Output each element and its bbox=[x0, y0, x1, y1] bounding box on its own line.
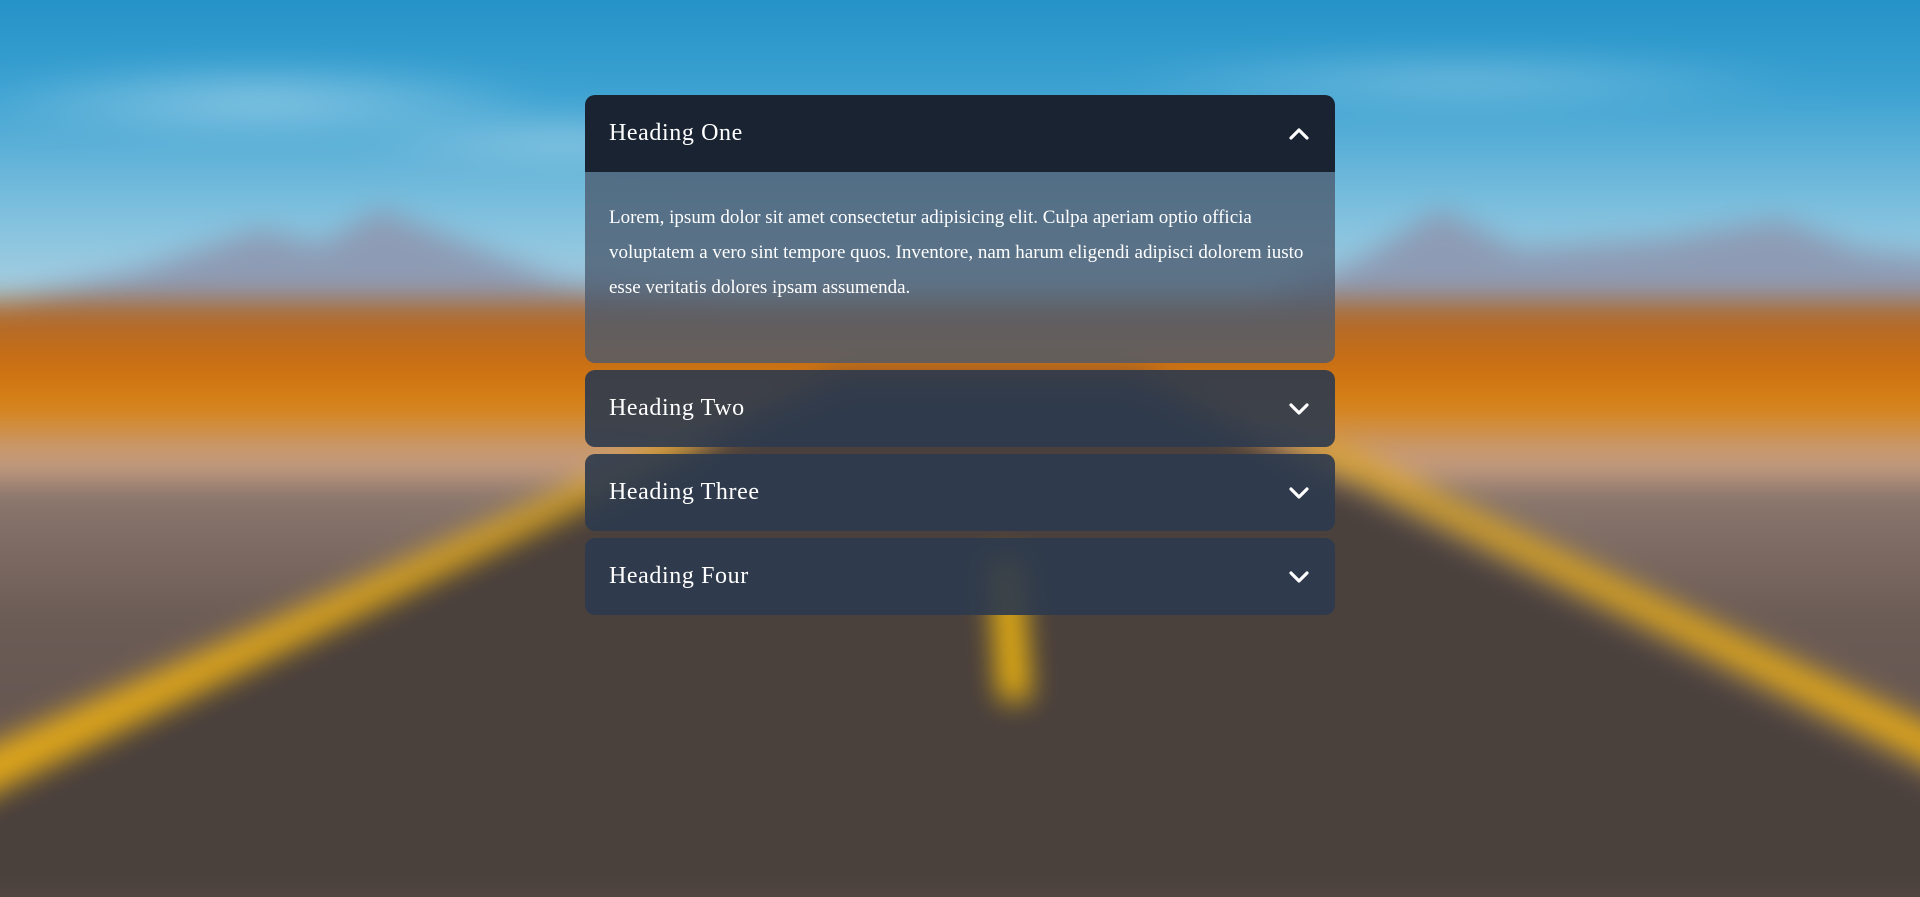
chevron-up-icon[interactable] bbox=[1287, 122, 1311, 146]
panel-one-text: Lorem, ipsum dolor sit amet consectetur … bbox=[609, 207, 1304, 298]
accordion: Heading One Lorem, ipsum dolor sit amet … bbox=[585, 95, 1335, 622]
accordion-panel-one: Lorem, ipsum dolor sit amet consectetur … bbox=[585, 172, 1335, 363]
accordion-header-three[interactable]: Heading Three bbox=[585, 454, 1335, 531]
accordion-item-one: Heading One Lorem, ipsum dolor sit amet … bbox=[585, 95, 1335, 363]
accordion-header-four[interactable]: Heading Four bbox=[585, 538, 1335, 615]
chevron-down-icon[interactable] bbox=[1287, 565, 1311, 589]
accordion-header-two[interactable]: Heading Two bbox=[585, 370, 1335, 447]
page: Heading One Lorem, ipsum dolor sit amet … bbox=[0, 0, 1920, 897]
accordion-item-three: Heading Three bbox=[585, 454, 1335, 531]
heading-three-title: Heading Three bbox=[609, 479, 760, 505]
heading-one-title: Heading One bbox=[609, 120, 743, 146]
chevron-down-icon[interactable] bbox=[1287, 397, 1311, 421]
accordion-header-one[interactable]: Heading One bbox=[585, 95, 1335, 172]
accordion-item-four: Heading Four bbox=[585, 538, 1335, 615]
chevron-down-icon[interactable] bbox=[1287, 481, 1311, 505]
accordion-item-two: Heading Two bbox=[585, 370, 1335, 447]
heading-four-title: Heading Four bbox=[609, 563, 749, 589]
heading-two-title: Heading Two bbox=[609, 395, 745, 421]
